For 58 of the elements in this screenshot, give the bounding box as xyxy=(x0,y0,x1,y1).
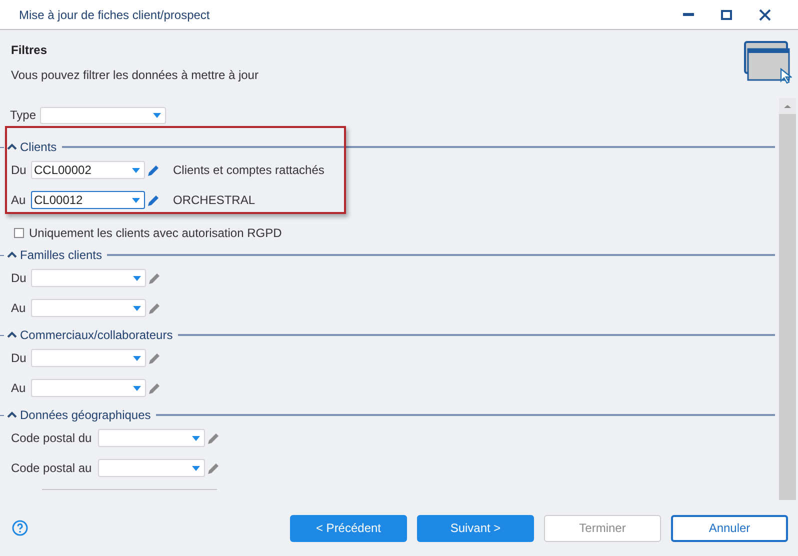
pencil-icon[interactable] xyxy=(149,382,160,394)
maximize-icon[interactable] xyxy=(721,10,732,20)
pencil-icon[interactable] xyxy=(149,272,160,284)
collapse-chevron-icon[interactable] xyxy=(7,411,17,419)
dropdown-field[interactable] xyxy=(31,269,146,287)
dropdown-caret-icon xyxy=(133,356,141,360)
windows-cursor-icon xyxy=(744,41,792,85)
checkbox[interactable] xyxy=(14,228,24,238)
collapse-chevron-icon[interactable] xyxy=(7,251,17,259)
collapse-chevron-icon[interactable] xyxy=(7,331,17,339)
pencil-icon[interactable] xyxy=(148,194,159,206)
dropdown-caret-icon xyxy=(192,436,200,440)
checkbox-label: Uniquement les clients avec autorisation RGPD xyxy=(29,225,282,242)
section-title: Clients xyxy=(20,139,58,156)
page-title: Filtres xyxy=(11,42,48,59)
pencil-icon[interactable] xyxy=(148,164,159,176)
dropdown-field[interactable]: CL00012 xyxy=(31,191,145,209)
dropdown-field[interactable] xyxy=(31,349,146,367)
field-label: Au xyxy=(11,192,25,209)
field-label: Du xyxy=(11,162,25,179)
dropdown-caret-icon xyxy=(153,112,162,118)
pencil-icon[interactable] xyxy=(149,352,160,364)
field-label: Au xyxy=(11,300,25,317)
dropdown-caret-icon xyxy=(132,168,140,172)
pencil-icon[interactable] xyxy=(208,432,219,444)
dropdown-field[interactable] xyxy=(98,429,205,447)
dropdown-field[interactable]: CCL00002 xyxy=(31,161,145,179)
field-label: Type xyxy=(10,107,36,124)
pencil-icon[interactable] xyxy=(149,302,160,314)
field-label: Code postal du xyxy=(11,430,92,447)
close-icon[interactable] xyxy=(759,8,771,20)
dropdown-caret-icon xyxy=(192,466,200,470)
section-title: Commerciaux/collaborateurs xyxy=(20,327,174,344)
dropdown-caret-icon xyxy=(132,198,140,202)
dropdown-field[interactable] xyxy=(31,379,146,397)
wizard-button[interactable]: Suivant > xyxy=(417,514,534,542)
section-title: Données géographiques xyxy=(20,407,152,424)
field-label: Du xyxy=(11,350,25,367)
field-label: Au xyxy=(11,380,25,397)
wizard-button[interactable]: < Précédent xyxy=(290,514,407,542)
field-description: Clients et comptes rattachés xyxy=(173,162,324,179)
window-title: Mise à jour de fiches client/prospect xyxy=(18,6,211,24)
wizard-button[interactable]: Annuler xyxy=(671,514,788,542)
dropdown-field[interactable] xyxy=(31,299,146,317)
scroll-up-icon[interactable] xyxy=(779,98,796,114)
pencil-icon[interactable] xyxy=(208,462,219,474)
section-title: Familles clients xyxy=(20,247,104,264)
dropdown-field[interactable] xyxy=(98,459,205,477)
collapse-chevron-icon[interactable] xyxy=(7,143,17,151)
help-icon[interactable] xyxy=(12,520,28,536)
dropdown-caret-icon xyxy=(133,306,141,310)
field-label: Du xyxy=(11,270,25,287)
dropdown-caret-icon xyxy=(133,386,141,390)
field-label: Code postal au xyxy=(11,460,92,477)
page-subtitle: Vous pouvez filtrer les données à mettre à jour xyxy=(11,67,260,84)
field-description: ORCHESTRAL xyxy=(173,192,256,209)
dropdown-caret-icon xyxy=(133,276,141,280)
scrollbar[interactable] xyxy=(779,98,796,500)
